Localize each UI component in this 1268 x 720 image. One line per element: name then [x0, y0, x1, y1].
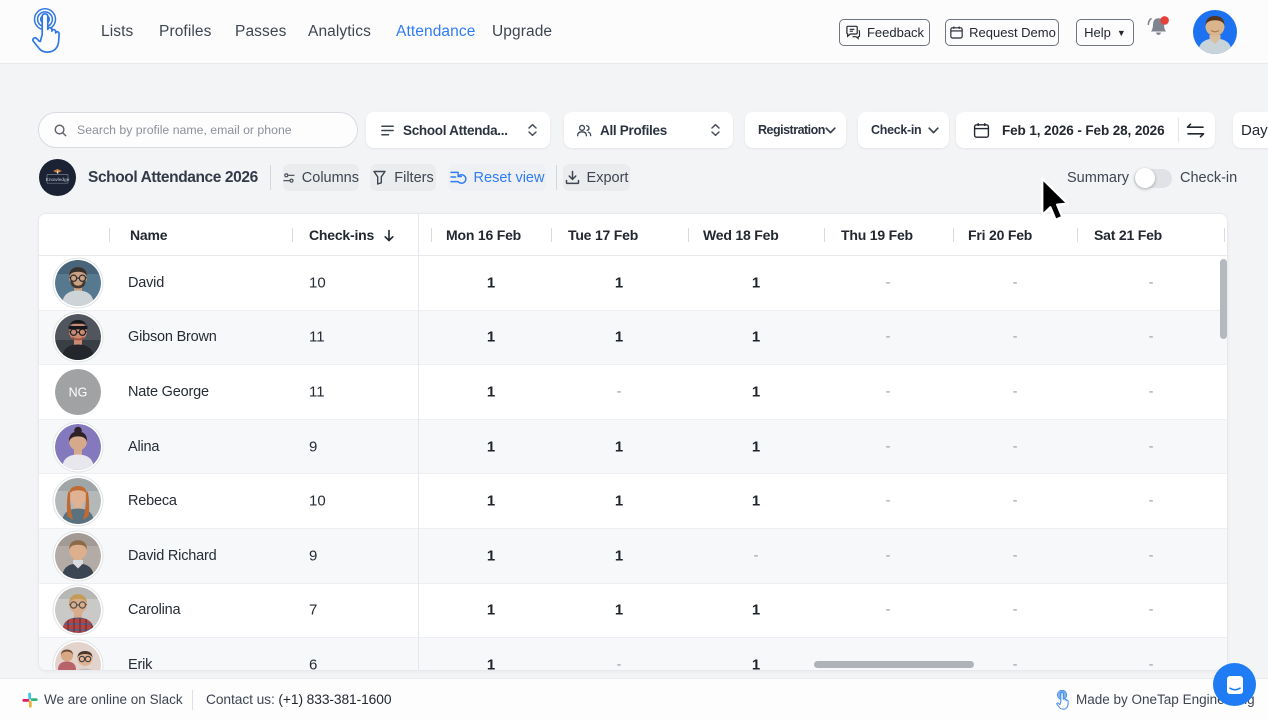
svg-text:Knowledge: Knowledge [46, 177, 70, 183]
svg-text:NG: NG [69, 385, 88, 399]
